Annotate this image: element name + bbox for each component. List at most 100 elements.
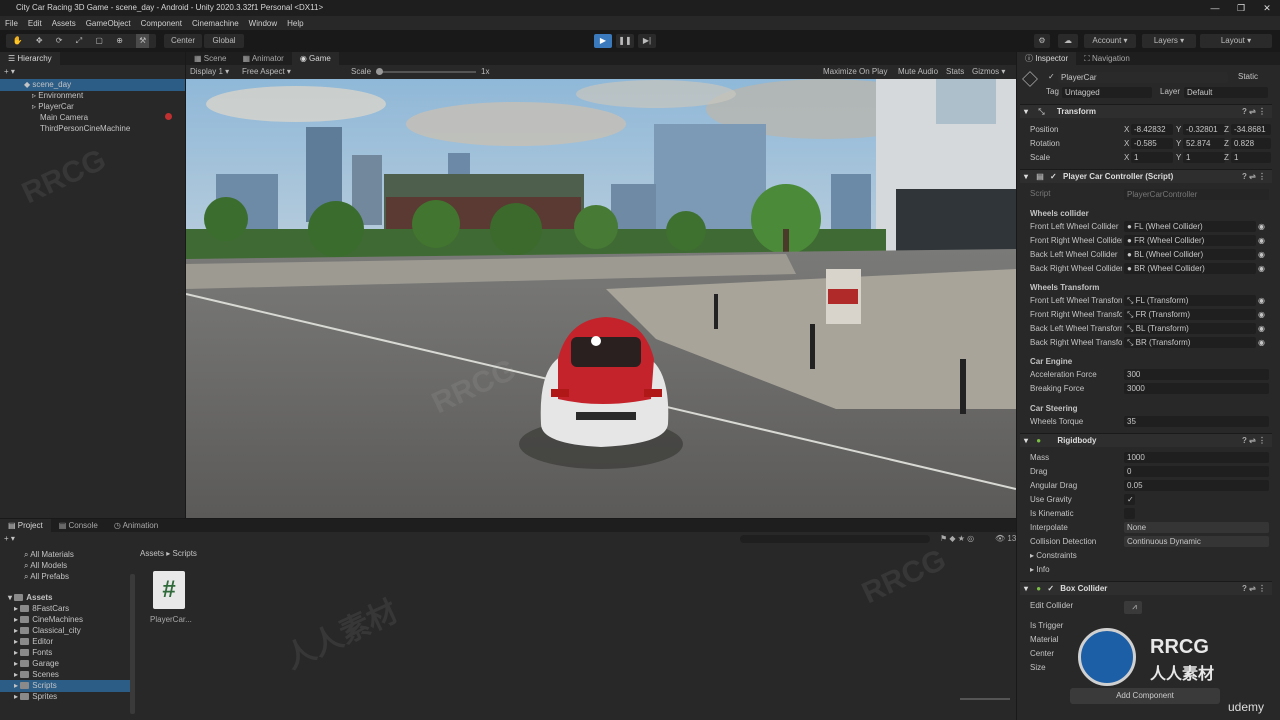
scale-x-field[interactable]: 1 [1131, 152, 1173, 163]
active-checkbox[interactable]: ✓ [1048, 71, 1055, 83]
gizmos-dropdown[interactable]: Gizmos ▾ [972, 65, 1005, 78]
maximize-on-play-toggle[interactable]: Maximize On Play [823, 65, 887, 78]
collider-field[interactable]: ● FL (Wheel Collider) [1124, 221, 1256, 232]
scale-tool-icon[interactable]: ⤢ [76, 34, 82, 48]
drag-field[interactable]: 0 [1124, 466, 1269, 477]
tab-animation[interactable]: ◷ Animation [106, 519, 166, 532]
add-component-button[interactable]: Add Component [1070, 688, 1220, 704]
info-foldout[interactable]: ▸ Info [1030, 564, 1050, 576]
scale-slider-handle[interactable] [376, 68, 383, 75]
step-button[interactable]: ▶| [638, 34, 656, 48]
tag-dropdown[interactable]: Untagged [1062, 87, 1152, 98]
scale-slider[interactable] [376, 71, 476, 73]
tab-inspector[interactable]: ⓘ Inspector [1017, 52, 1077, 65]
menu-gameobject[interactable]: GameObject [81, 19, 136, 28]
menu-cinemachine[interactable]: Cinemachine [187, 19, 244, 28]
transform-field[interactable]: ⤡ BR (Transform) [1124, 337, 1256, 348]
controller-header[interactable]: ▾ ▤ ✓ Player Car Controller (Script) ? ⇌… [1020, 169, 1272, 183]
box-collider-header[interactable]: ▾ ● ✓ Box Collider ? ⇌ ⋮ [1020, 581, 1272, 595]
transform-header[interactable]: ▾ ⤡ Transform ? ⇌ ⋮ [1020, 104, 1272, 118]
breadcrumb-item[interactable]: Scripts [172, 549, 196, 558]
aspect-dropdown[interactable]: Free Aspect ▾ [242, 65, 291, 78]
object-name-field[interactable]: PlayerCar [1058, 72, 1228, 83]
acceleration-field[interactable]: 300 [1124, 369, 1269, 380]
menu-edit[interactable]: Edit [23, 19, 47, 28]
rotation-y-field[interactable]: 52.874 [1183, 138, 1225, 149]
collab-icon[interactable]: ⚙ [1034, 34, 1050, 48]
collision-detection-dropdown[interactable]: Continuous Dynamic [1124, 536, 1269, 547]
icon-size-slider[interactable] [960, 698, 1010, 700]
is-kinematic-checkbox[interactable] [1124, 508, 1135, 519]
tab-hierarchy[interactable]: ☰ Hierarchy [0, 52, 60, 65]
enabled-checkbox[interactable]: ✓ [1050, 172, 1057, 181]
menu-component[interactable]: Component [136, 19, 187, 28]
object-picker-icon[interactable]: ◉ [1258, 337, 1265, 349]
rect-tool-icon[interactable]: ▢ [95, 34, 103, 48]
transform-tool-icon[interactable]: ⊕ [116, 34, 123, 48]
edit-collider-button[interactable]: ⩘ [1124, 601, 1142, 614]
minimize-icon[interactable]: — [1202, 0, 1228, 16]
interpolate-dropdown[interactable]: None [1124, 522, 1269, 533]
transform-field[interactable]: ⤡ FL (Transform) [1124, 295, 1256, 306]
tab-game[interactable]: ◉ Game [291, 52, 339, 65]
menu-window[interactable]: Window [244, 19, 282, 28]
object-picker-icon[interactable]: ◉ [1258, 309, 1265, 321]
close-icon[interactable]: ✕ [1254, 0, 1280, 16]
angular-drag-field[interactable]: 0.05 [1124, 480, 1269, 491]
object-picker-icon[interactable]: ◉ [1258, 263, 1265, 275]
scale-y-field[interactable]: 1 [1183, 152, 1225, 163]
hand-tool-icon[interactable]: ✋ [13, 34, 23, 48]
object-picker-icon[interactable]: ◉ [1258, 235, 1265, 247]
menu-assets[interactable]: Assets [47, 19, 81, 28]
pivot-center-button[interactable]: Center [164, 34, 202, 48]
mute-audio-toggle[interactable]: Mute Audio [898, 65, 938, 78]
stats-toggle[interactable]: Stats [946, 65, 964, 78]
pause-button[interactable]: ❚❚ [616, 34, 634, 48]
component-menu-icon[interactable]: ? ⇌ ⋮ [1242, 434, 1266, 448]
favorite-item[interactable]: ⌕ All Prefabs [24, 571, 69, 583]
transform-field[interactable]: ⤡ FR (Transform) [1124, 309, 1256, 320]
breadcrumb-item[interactable]: Assets [140, 549, 164, 558]
csharp-script-icon[interactable]: # [153, 571, 185, 609]
project-filter-icons[interactable]: ⚑ ◆ ★ ◎ [940, 533, 974, 545]
collider-field[interactable]: ● FR (Wheel Collider) [1124, 235, 1256, 246]
rotation-z-field[interactable]: 0.828 [1231, 138, 1271, 149]
tab-scene[interactable]: ▦ Scene [186, 52, 234, 65]
layout-dropdown[interactable]: Layout ▾ [1200, 34, 1272, 48]
scale-z-field[interactable]: 1 [1231, 152, 1271, 163]
menu-help[interactable]: Help [282, 19, 308, 28]
constraints-foldout[interactable]: ▸ Constraints [1030, 550, 1077, 562]
tab-navigation[interactable]: ⛶ Navigation [1076, 52, 1138, 65]
object-picker-icon[interactable]: ◉ [1258, 295, 1265, 307]
position-y-field[interactable]: -0.32801 [1183, 124, 1225, 135]
cloud-icon[interactable]: ☁ [1058, 34, 1078, 48]
move-tool-icon[interactable]: ✥ [36, 34, 43, 48]
component-menu-icon[interactable]: ? ⇌ ⋮ [1242, 582, 1266, 596]
tab-project[interactable]: ▤ Project [0, 519, 51, 532]
mass-field[interactable]: 1000 [1124, 452, 1269, 463]
rotate-tool-icon[interactable]: ⟳ [56, 34, 63, 48]
account-dropdown[interactable]: Account ▾ [1084, 34, 1136, 48]
play-button[interactable]: ▶ [594, 34, 612, 48]
component-menu-icon[interactable]: ? ⇌ ⋮ [1242, 105, 1266, 119]
menu-file[interactable]: File [0, 19, 23, 28]
collider-field[interactable]: ● BR (Wheel Collider) [1124, 263, 1256, 274]
use-gravity-checkbox[interactable]: ✓ [1124, 494, 1135, 505]
object-picker-icon[interactable]: ◉ [1258, 323, 1265, 335]
torque-field[interactable]: 35 [1124, 416, 1269, 427]
enabled-checkbox[interactable]: ✓ [1047, 584, 1054, 593]
position-x-field[interactable]: -8.42832 [1131, 124, 1173, 135]
position-z-field[interactable]: -34.8681 [1231, 124, 1271, 135]
tab-console[interactable]: ▤ Console [51, 519, 106, 532]
pivot-global-button[interactable]: Global [204, 34, 244, 48]
maximize-icon[interactable]: ❐ [1228, 0, 1254, 16]
component-menu-icon[interactable]: ? ⇌ ⋮ [1242, 170, 1266, 184]
collider-field[interactable]: ● BL (Wheel Collider) [1124, 249, 1256, 260]
layers-dropdown[interactable]: Layers ▾ [1142, 34, 1196, 48]
object-picker-icon[interactable]: ◉ [1258, 221, 1265, 233]
display-dropdown[interactable]: Display 1 ▾ [190, 65, 229, 78]
rigidbody-header[interactable]: ▾ ● Rigidbody ? ⇌ ⋮ [1020, 433, 1272, 447]
static-toggle[interactable]: Static [1238, 71, 1258, 83]
transform-field[interactable]: ⤡ BL (Transform) [1124, 323, 1256, 334]
game-viewport[interactable] [186, 79, 1016, 518]
